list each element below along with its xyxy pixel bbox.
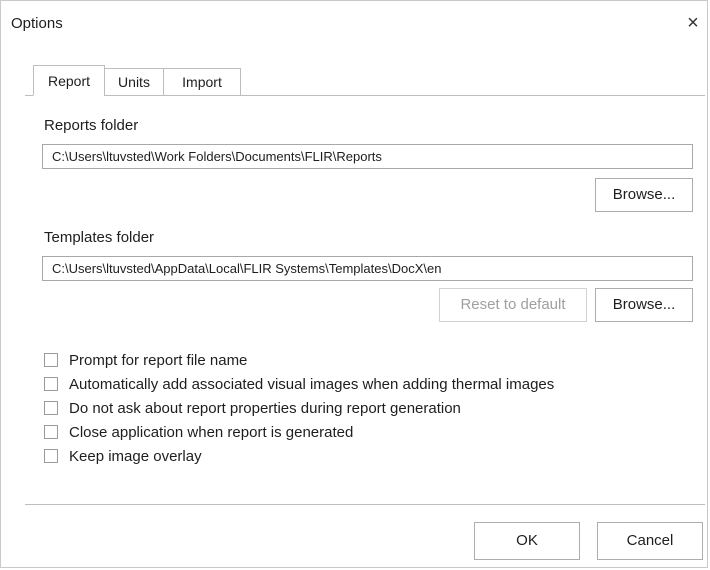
cancel-button[interactable]: Cancel [597, 522, 703, 560]
option-add-visual-images[interactable]: Automatically add associated visual imag… [44, 372, 554, 396]
option-skip-report-properties[interactable]: Do not ask about report properties durin… [44, 396, 554, 420]
checkbox[interactable] [44, 425, 58, 439]
reports-folder-field[interactable]: C:\Users\ltuvsted\Work Folders\Documents… [42, 144, 693, 169]
reports-folder-label: Reports folder [44, 117, 139, 134]
option-label: Prompt for report file name [69, 351, 248, 369]
option-keep-image-overlay[interactable]: Keep image overlay [44, 444, 554, 468]
tab-report[interactable]: Report [33, 65, 105, 96]
close-icon[interactable]: × [681, 11, 705, 35]
tab-units[interactable]: Units [104, 68, 164, 96]
templates-folder-label: Templates folder [44, 229, 155, 246]
checkbox[interactable] [44, 377, 58, 391]
checkbox[interactable] [44, 353, 58, 367]
option-label: Keep image overlay [69, 447, 202, 465]
report-tab-panel: Reports folder C:\Users\ltuvsted\Work Fo… [25, 95, 705, 505]
ok-button[interactable]: OK [474, 522, 580, 560]
option-close-application[interactable]: Close application when report is generat… [44, 420, 554, 444]
dialog-title: Options [11, 15, 63, 32]
option-label: Close application when report is generat… [69, 423, 354, 441]
option-prompt-file-name[interactable]: Prompt for report file name [44, 348, 554, 372]
options-dialog: Options × Report Units Import Reports fo… [0, 0, 708, 568]
option-label: Do not ask about report properties durin… [69, 399, 461, 417]
option-label: Automatically add associated visual imag… [69, 375, 555, 393]
tab-import[interactable]: Import [163, 68, 241, 96]
report-options-list: Prompt for report file name Automaticall… [44, 348, 554, 468]
templates-folder-field[interactable]: C:\Users\ltuvsted\AppData\Local\FLIR Sys… [42, 256, 693, 281]
checkbox[interactable] [44, 401, 58, 415]
title-bar: Options × [1, 1, 707, 45]
reset-to-default-button[interactable]: Reset to default [439, 288, 587, 322]
reports-browse-button[interactable]: Browse... [595, 178, 693, 212]
tab-strip: Report Units Import [33, 65, 241, 96]
checkbox[interactable] [44, 449, 58, 463]
templates-browse-button[interactable]: Browse... [595, 288, 693, 322]
